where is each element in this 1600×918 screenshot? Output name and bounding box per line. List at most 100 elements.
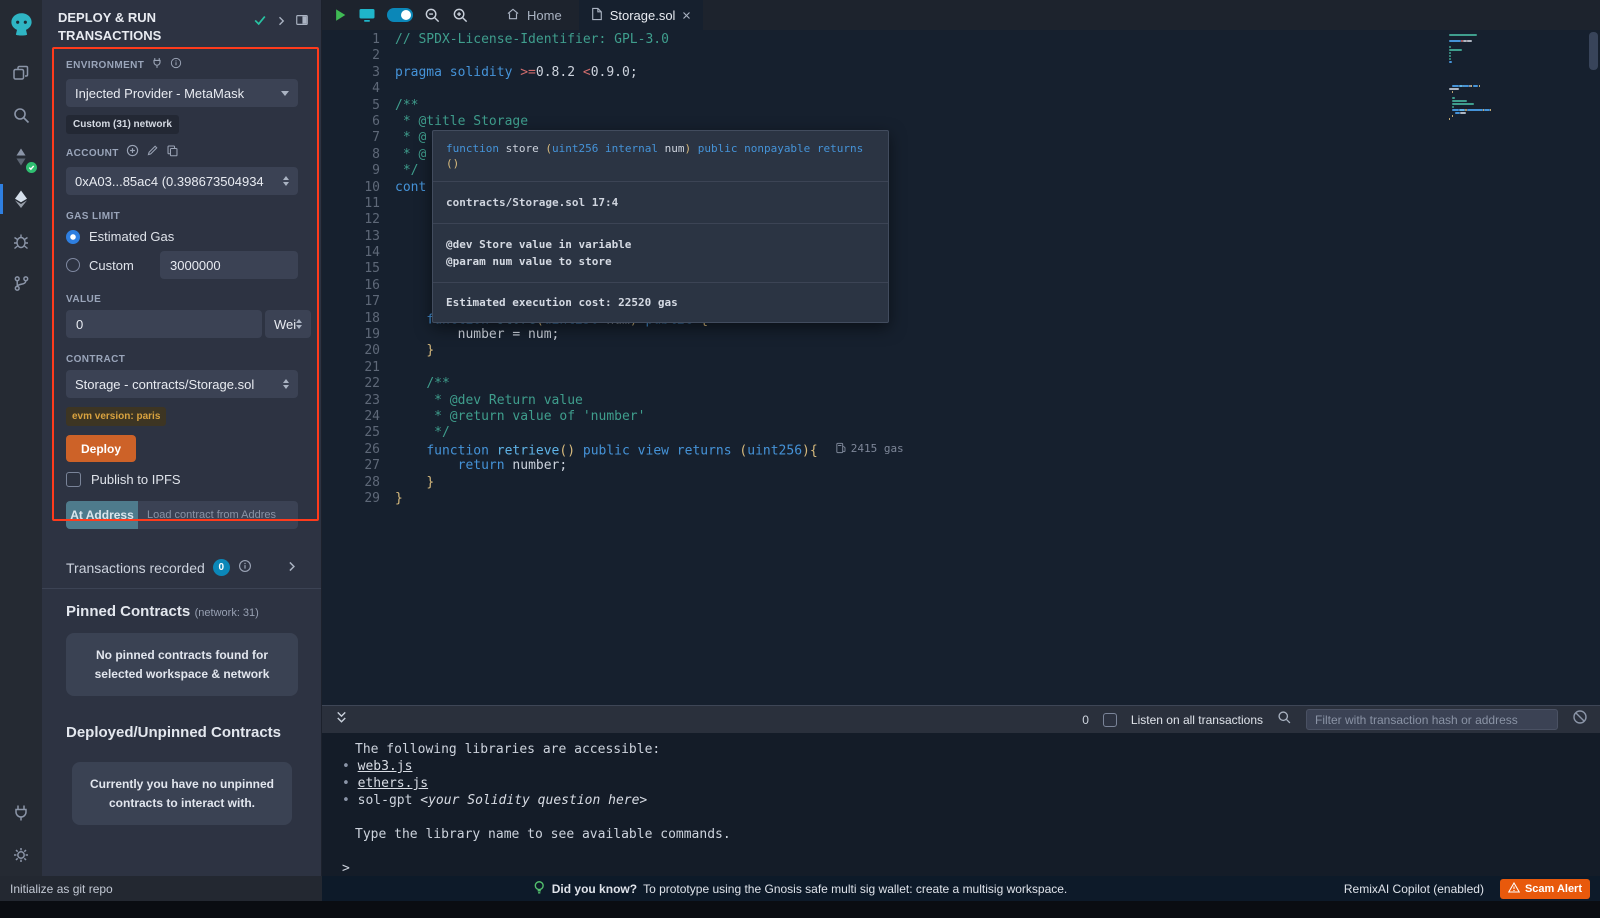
unpinned-empty-message: Currently you have no unpinned contracts…	[72, 762, 292, 825]
search-icon[interactable]	[1277, 710, 1292, 730]
sidebar-item-settings[interactable]	[0, 834, 42, 876]
tooltip-cost: Estimated execution cost: 22520 gas	[433, 283, 888, 322]
deploy-button[interactable]: Deploy	[66, 435, 136, 462]
listen-all-label: Listen on all transactions	[1131, 713, 1263, 727]
clear-console-icon[interactable]	[1572, 709, 1588, 730]
tab-storage-sol[interactable]: Storage.sol	[579, 0, 704, 30]
code-line	[395, 81, 1470, 97]
editor-toggle[interactable]	[387, 8, 413, 22]
expand-terminal-icon[interactable]	[334, 710, 349, 730]
sidebar-item-search[interactable]	[0, 94, 42, 136]
copy-icon[interactable]	[166, 144, 179, 162]
tab-home[interactable]: Home	[494, 0, 574, 30]
custom-gas-radio[interactable]	[66, 258, 80, 272]
code-line: * @dev Return value	[395, 393, 1470, 409]
code-line: return number;	[395, 458, 1470, 474]
panel-title: DEPLOY & RUN TRANSACTIONS	[58, 9, 208, 44]
network-badge: Custom (31) network	[66, 115, 179, 134]
listen-all-checkbox[interactable]	[1103, 713, 1117, 727]
transactions-count-badge: 0	[213, 559, 230, 576]
scam-alert-label: Scam Alert	[1525, 883, 1582, 895]
select-arrows-icon	[283, 176, 289, 186]
at-address-input[interactable]	[138, 501, 298, 529]
code-line: }	[395, 475, 1470, 491]
plug-icon[interactable]	[151, 56, 163, 74]
unpinned-contracts-title: Deployed/Unpinned Contracts	[66, 724, 281, 741]
tab-label: Home	[527, 8, 562, 23]
expand-transactions-icon[interactable]	[285, 560, 298, 576]
account-select[interactable]: 0xA03...85ac4 (0.398673504934	[66, 167, 298, 195]
zoom-out-icon[interactable]	[424, 7, 441, 24]
close-tab-icon[interactable]	[682, 8, 691, 23]
pinned-empty-message: No pinned contracts found for selected w…	[66, 633, 298, 696]
code-editor[interactable]: 1234567891011121314151617181920212223242…	[322, 30, 1600, 705]
editor-area: Home Storage.sol 12345678910111213141516…	[322, 0, 1600, 876]
account-value: 0xA03...85ac4 (0.398673504934	[75, 174, 264, 189]
divider	[42, 588, 321, 589]
info-icon[interactable]	[170, 56, 182, 74]
value-unit: Wei	[274, 317, 296, 332]
terminal-filter-input[interactable]	[1306, 709, 1558, 730]
terminal-tx-count: 0	[1082, 713, 1089, 727]
minimap[interactable]	[1449, 33, 1545, 120]
gas-limit-label: GAS LIMIT	[66, 211, 120, 222]
remix-logo-icon[interactable]	[8, 6, 35, 42]
git-init-button[interactable]: Initialize as git repo	[0, 876, 322, 901]
value-input[interactable]	[66, 310, 262, 338]
code-line: * @return value of 'number'	[395, 409, 1470, 425]
environment-select[interactable]: Injected Provider - MetaMask	[66, 79, 298, 107]
sidebar-item-git[interactable]	[0, 262, 42, 304]
terminal-line: >	[342, 860, 1600, 877]
scam-alert-badge[interactable]: Scam Alert	[1500, 879, 1590, 899]
sidebar-item-debugger[interactable]	[0, 220, 42, 262]
terminal-line: • web3.js	[342, 758, 1600, 775]
remix-ide: DEPLOY & RUN TRANSACTIONS ENVIRONMENT In…	[0, 0, 1600, 918]
run-script-icon[interactable]	[334, 8, 347, 22]
did-you-know-tip: Did you know? To prototype using the Gno…	[533, 880, 1068, 898]
edit-icon[interactable]	[146, 144, 159, 162]
custom-gas-label: Custom	[89, 258, 134, 273]
sidebar-item-deploy-run[interactable]	[0, 178, 42, 220]
value-unit-select[interactable]: Wei	[265, 310, 311, 338]
code-line: /**	[395, 98, 1470, 114]
home-icon	[506, 7, 520, 24]
chevron-right-icon[interactable]	[275, 14, 287, 32]
estimated-gas-label: Estimated Gas	[89, 229, 174, 244]
publish-ipfs-checkbox[interactable]	[66, 472, 81, 487]
sidebar-item-solidity-compiler[interactable]	[0, 136, 42, 178]
pin-panel-icon[interactable]	[295, 13, 309, 32]
contract-select[interactable]: Storage - contracts/Storage.sol	[66, 370, 298, 398]
evm-version-badge: evm version: paris	[66, 407, 166, 426]
transactions-recorded-label: Transactions recorded	[66, 560, 205, 576]
copilot-status[interactable]: RemixAI Copilot (enabled)	[1344, 882, 1484, 896]
add-account-icon[interactable]	[126, 144, 139, 162]
terminal-line	[342, 843, 1600, 860]
chevron-down-icon	[281, 91, 289, 96]
zoom-in-icon[interactable]	[452, 7, 469, 24]
terminal[interactable]: The following libraries are accessible:•…	[322, 733, 1600, 876]
status-bar: Initialize as git repo Did you know? To …	[0, 876, 1600, 901]
hover-tooltip: function store (uint256 internal num) pu…	[432, 130, 889, 323]
code-line: number = num;	[395, 327, 1470, 343]
remixd-icon[interactable]	[358, 7, 376, 23]
info-icon[interactable]	[238, 559, 252, 576]
contract-label: CONTRACT	[66, 354, 125, 365]
at-address-button[interactable]: At Address	[66, 501, 138, 529]
terminal-line: • sol-gpt <your Solidity question here>	[342, 792, 1600, 809]
editor-scrollbar[interactable]	[1589, 32, 1598, 70]
terminal-line: Type the library name to see available c…	[342, 826, 1600, 843]
custom-gas-input[interactable]	[160, 251, 298, 279]
code-line: * @title Storage	[395, 114, 1470, 130]
code-line: }	[395, 491, 1470, 507]
sidebar-item-plugin-manager[interactable]	[0, 792, 42, 834]
code-line: }	[395, 343, 1470, 359]
tab-label: Storage.sol	[610, 8, 676, 23]
code-line	[395, 360, 1470, 376]
pinned-contracts-network: (network: 31)	[195, 607, 259, 619]
tooltip-location: contracts/Storage.sol 17:4	[433, 182, 888, 224]
terminal-line: • ethers.js	[342, 775, 1600, 792]
account-label: ACCOUNT	[66, 148, 119, 159]
environment-value: Injected Provider - MetaMask	[75, 86, 244, 101]
sidebar-item-file-explorer[interactable]	[0, 52, 42, 94]
estimated-gas-radio[interactable]	[66, 230, 80, 244]
